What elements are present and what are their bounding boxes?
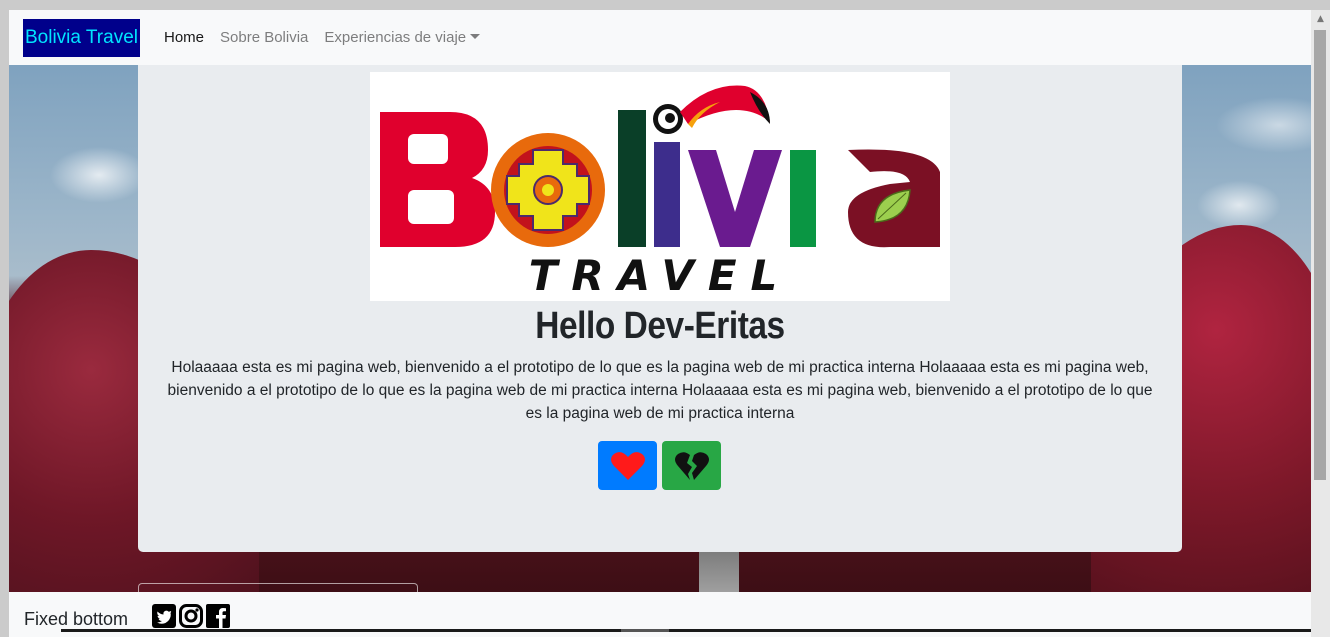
logo-letter-i2 <box>790 150 816 247</box>
scroll-up-arrow-icon[interactable]: ▲ <box>1313 12 1328 26</box>
bolivia-travel-logo: TRAVEL <box>370 72 950 301</box>
footer-divider-handle <box>621 629 669 632</box>
nav-link-sobre-bolivia[interactable]: Sobre Bolivia <box>220 29 308 46</box>
hero-title: Hello Dev-Eritas <box>535 305 785 347</box>
footer-divider <box>61 629 1311 632</box>
logo-letter-l <box>618 110 646 247</box>
dislike-button[interactable] <box>662 441 721 490</box>
heart-icon <box>610 451 645 480</box>
social-icons <box>152 604 230 628</box>
logo-letter-i <box>654 142 680 247</box>
logo-graphic: TRAVEL <box>380 85 940 300</box>
jumbotron: TRAVEL Hello Dev-Eritas Holaaaaa esta es… <box>138 65 1182 552</box>
like-button[interactable] <box>598 441 657 490</box>
instagram-icon[interactable] <box>179 604 203 628</box>
nav-link-home[interactable]: Home <box>164 29 204 46</box>
caret-down-icon <box>470 34 481 39</box>
logo-tagline: TRAVEL <box>529 251 792 300</box>
fixed-footer: Fixed bottom <box>9 592 1311 637</box>
broken-heart-icon <box>674 451 709 480</box>
nav-dropdown-label: Experiencias de viaje <box>324 29 467 46</box>
window-frame-left <box>0 10 9 637</box>
logo-sun-o <box>491 133 605 247</box>
navbar-brand[interactable]: Bolivia Travel <box>23 18 140 57</box>
hero-text: Holaaaaa esta es mi pagina web, bienveni… <box>167 359 1153 422</box>
logo-toucan <box>653 85 770 134</box>
road <box>699 545 739 592</box>
logo-letter-b <box>380 112 495 247</box>
footer-text: Fixed bottom <box>24 609 129 629</box>
hero-buttons <box>598 441 721 490</box>
facebook-icon[interactable] <box>206 604 230 628</box>
navbar: Bolivia Travel Home Sobre Bolivia Experi… <box>9 10 1311 65</box>
logo-letter-a <box>848 149 940 248</box>
twitter-icon[interactable] <box>152 604 176 628</box>
nav-dropdown-experiencias[interactable]: Experiencias de viaje <box>324 29 481 46</box>
logo-letter-v <box>688 150 782 247</box>
scrollbar-thumb[interactable] <box>1314 30 1326 480</box>
window-frame-top <box>0 0 1330 10</box>
